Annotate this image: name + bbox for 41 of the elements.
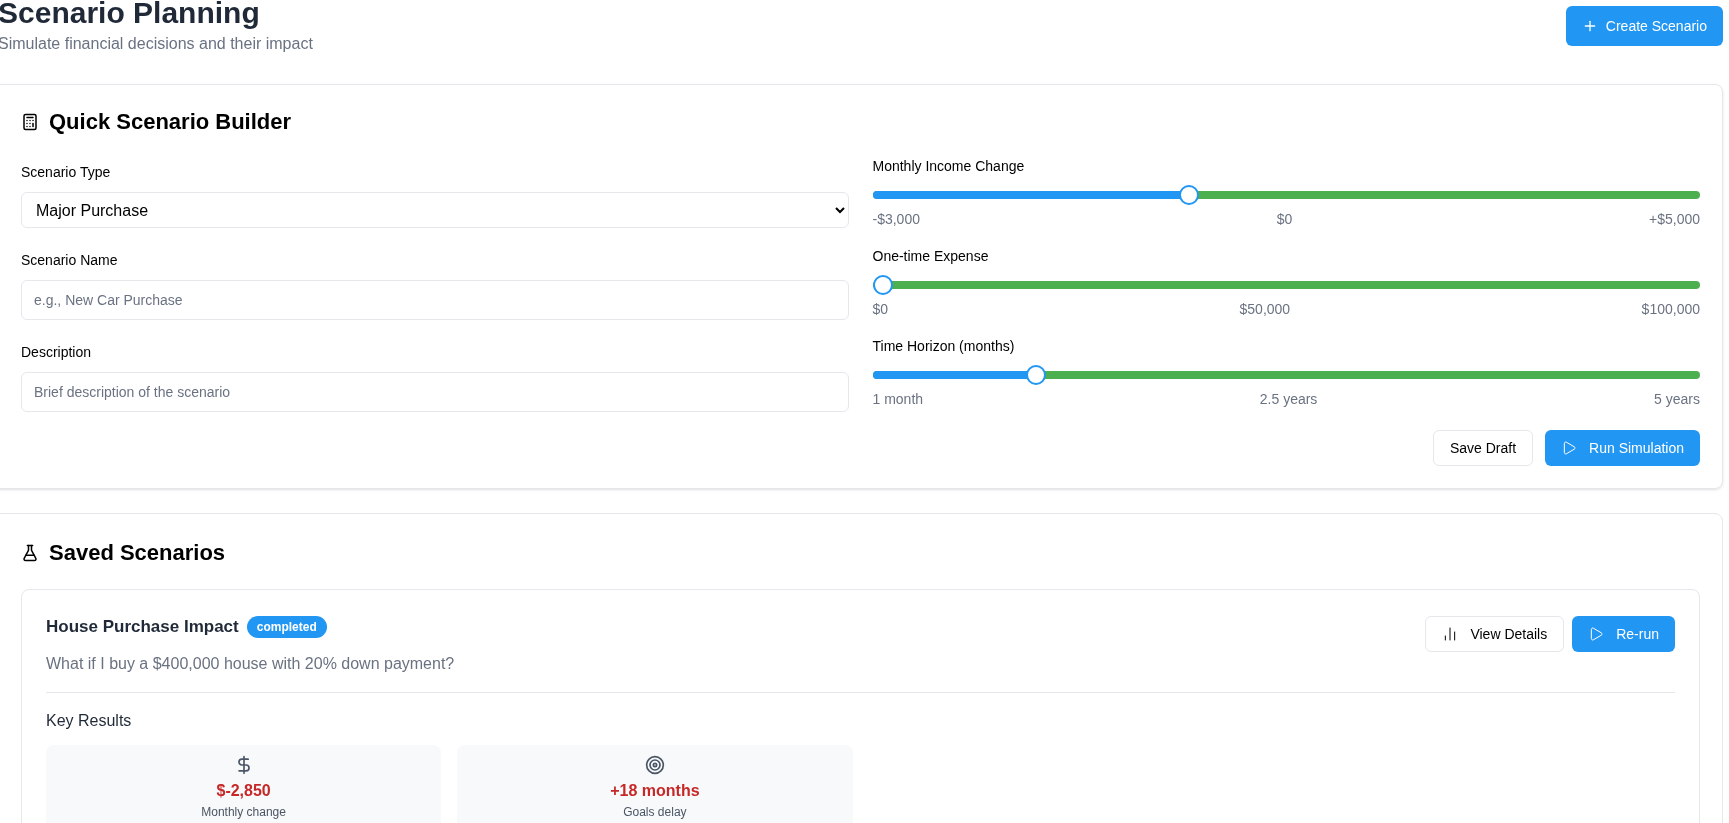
slider-tick-label: $50,000 <box>1239 300 1291 319</box>
slider-tick-label: 1 month <box>872 390 924 409</box>
input-field[interactable]: Brief description of the scenario <box>21 372 849 412</box>
result-value: $-2,850 <box>216 780 271 801</box>
section-title: Quick Scenario Builder <box>49 108 292 136</box>
slider-label: Time Horizon (months) <box>872 337 1016 356</box>
slider-tick-label: $100,000 <box>1641 300 1700 319</box>
result-label: Monthly change <box>201 803 286 821</box>
slider-thumb[interactable] <box>1179 185 1200 205</box>
play-icon <box>1561 440 1578 456</box>
flask-icon <box>21 543 39 562</box>
slider-label: Monthly Income Change <box>872 157 1026 176</box>
slider-tick-label: $0 <box>872 300 889 319</box>
input-field[interactable]: e.g., New Car Purchase <box>21 280 849 320</box>
slider-tick-label: -$3,000 <box>872 210 920 229</box>
section-title: Saved Scenarios <box>49 539 226 567</box>
scenario-description: What if I buy a $400,000 house with 20% down payment? <box>46 653 455 674</box>
scenario-type-select[interactable]: Major Purchase <box>21 192 849 228</box>
scenario-name: House Purchase Impact <box>46 616 239 638</box>
field-label: Description <box>21 343 93 362</box>
play-icon <box>1588 626 1605 642</box>
key-results-label: Key Results <box>46 711 132 729</box>
secondary-button[interactable]: Save Draft <box>1432 430 1534 466</box>
result-value: +18 months <box>610 780 700 801</box>
status-badge: completed <box>246 615 327 638</box>
target-icon <box>644 754 665 775</box>
slider-track[interactable] <box>872 275 1700 295</box>
slider-tick-label: $0 <box>1276 210 1293 229</box>
calculator-icon <box>21 112 39 131</box>
slider-track[interactable] <box>872 365 1700 385</box>
slider-track[interactable] <box>872 185 1700 205</box>
slider-thumb[interactable] <box>1025 365 1046 385</box>
secondary-button[interactable]: View Details <box>1425 616 1565 652</box>
slider-tick-label: 2.5 years <box>1259 390 1318 409</box>
slider-tick-label: +$5,000 <box>1649 210 1700 229</box>
field-label: Scenario Name <box>21 251 119 270</box>
result-label: Goals delay <box>623 803 687 821</box>
field-label: Scenario Type <box>21 163 112 182</box>
slider-tick-label: 5 years <box>1654 390 1700 409</box>
slider-label: One-time Expense <box>872 247 990 266</box>
slider-thumb[interactable] <box>872 275 893 295</box>
